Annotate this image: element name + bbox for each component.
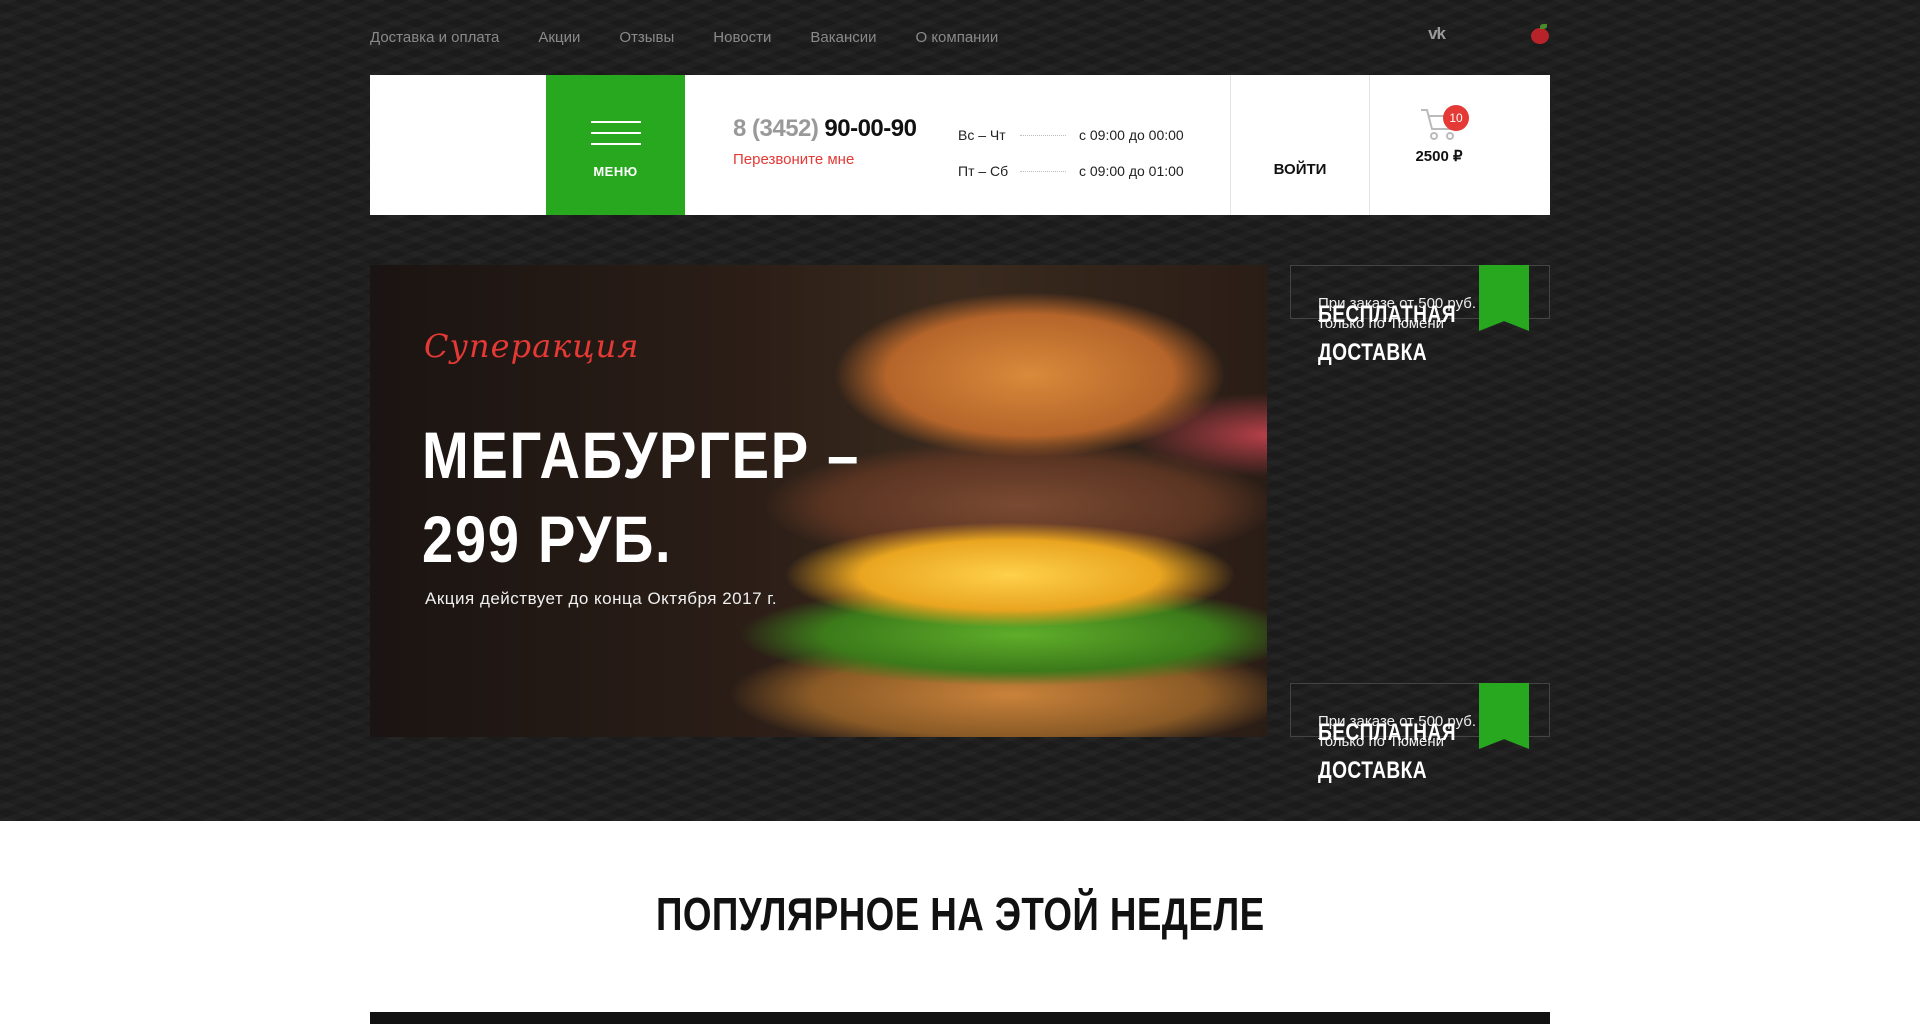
- site-header: МЕНЮ 8 (3452) 90-00-90 Перезвоните мне Вс…: [370, 75, 1550, 215]
- cart-total: 2500 ₽: [1415, 148, 1463, 165]
- hero-title-line2: 299 РУБ.: [422, 502, 673, 576]
- hours-row: Вс – Чт с 09:00 до 00:00: [958, 117, 1230, 153]
- hours-divider: [1020, 170, 1066, 172]
- hero-script-label: Суперакция: [424, 327, 640, 365]
- promo-title-line2: ДОСТАВКА: [1318, 757, 1428, 784]
- promo-title: БЕСПЛАТНАЯ ДОСТАВКА: [1318, 714, 1456, 790]
- hours-days: Вс – Чт: [958, 127, 1006, 143]
- login-label: ВОЙТИ: [1273, 161, 1327, 178]
- nav-link-reviews[interactable]: Отзывы: [619, 29, 674, 46]
- hours-days: Пт – Сб: [958, 163, 1009, 179]
- social-links: vk: [1428, 24, 1550, 44]
- hours-divider: [1020, 134, 1066, 136]
- ribbon-icon: [1479, 683, 1529, 749]
- hamburger-icon: [590, 112, 641, 154]
- callback-link[interactable]: Перезвоните мне: [733, 151, 854, 168]
- login-button[interactable]: ВОЙТИ: [1230, 75, 1369, 215]
- phone-digits: 90-00-90: [824, 115, 917, 142]
- menu-label: МЕНЮ: [593, 163, 638, 179]
- hours-time: с 09:00 до 01:00: [1079, 163, 1184, 179]
- hours-time: с 09:00 до 00:00: [1079, 127, 1184, 143]
- nav-link-vacancies[interactable]: Вакансии: [810, 29, 876, 46]
- hero-title: МЕГАБУРГЕР – 299 РУБ.: [422, 413, 860, 581]
- nav-link-promotions[interactable]: Акции: [538, 29, 580, 46]
- menu-button[interactable]: МЕНЮ: [546, 75, 685, 215]
- opening-hours: Вс – Чт с 09:00 до 00:00 Пт – Сб с 09:00…: [935, 75, 1230, 215]
- section-title: ПОПУЛЯРНОЕ НА ЭТОЙ НЕДЕЛЕ: [0, 887, 1920, 941]
- vk-icon[interactable]: vk: [1428, 24, 1446, 44]
- promo-card[interactable]: При заказе от 500 руб. только по Тюмени …: [1290, 683, 1550, 784]
- hero-banner[interactable]: Суперакция МЕГАБУРГЕР – 299 РУБ. Акция д…: [370, 265, 1267, 737]
- promo-card[interactable]: При заказе от 500 руб. только по Тюмени …: [1290, 265, 1550, 366]
- phone-number[interactable]: 8 (3452) 90-00-90: [733, 115, 935, 143]
- cart-button[interactable]: 10 2500 ₽: [1369, 75, 1508, 215]
- product-carousel-edge: [370, 1012, 1550, 1024]
- promo-title-line1: БЕСПЛАТНАЯ: [1318, 301, 1456, 328]
- top-navigation: Доставка и оплата Акции Отзывы Новости В…: [370, 0, 1550, 74]
- cart-count-badge: 10: [1443, 105, 1469, 131]
- promo-title: БЕСПЛАТНАЯ ДОСТАВКА: [1318, 296, 1456, 372]
- hero-subtitle: Акция действует до конца Октября 2017 г.: [425, 589, 778, 608]
- phone-block: 8 (3452) 90-00-90 Перезвоните мне: [685, 75, 935, 215]
- nav-link-delivery[interactable]: Доставка и оплата: [370, 29, 499, 46]
- nav-link-news[interactable]: Новости: [713, 29, 771, 46]
- nav-link-about[interactable]: О компании: [915, 29, 998, 46]
- phone-code: 8 (3452): [733, 115, 819, 142]
- apple-icon[interactable]: [1530, 24, 1550, 44]
- logo-area[interactable]: [370, 75, 546, 215]
- hours-row: Пт – Сб с 09:00 до 01:00: [958, 153, 1230, 189]
- section-title-text: ПОПУЛЯРНОЕ НА ЭТОЙ НЕДЕЛЕ: [655, 888, 1265, 940]
- hero-title-line1: МЕГАБУРГЕР –: [422, 418, 861, 492]
- promo-title-line1: БЕСПЛАТНАЯ: [1318, 719, 1456, 746]
- promo-title-line2: ДОСТАВКА: [1318, 339, 1428, 366]
